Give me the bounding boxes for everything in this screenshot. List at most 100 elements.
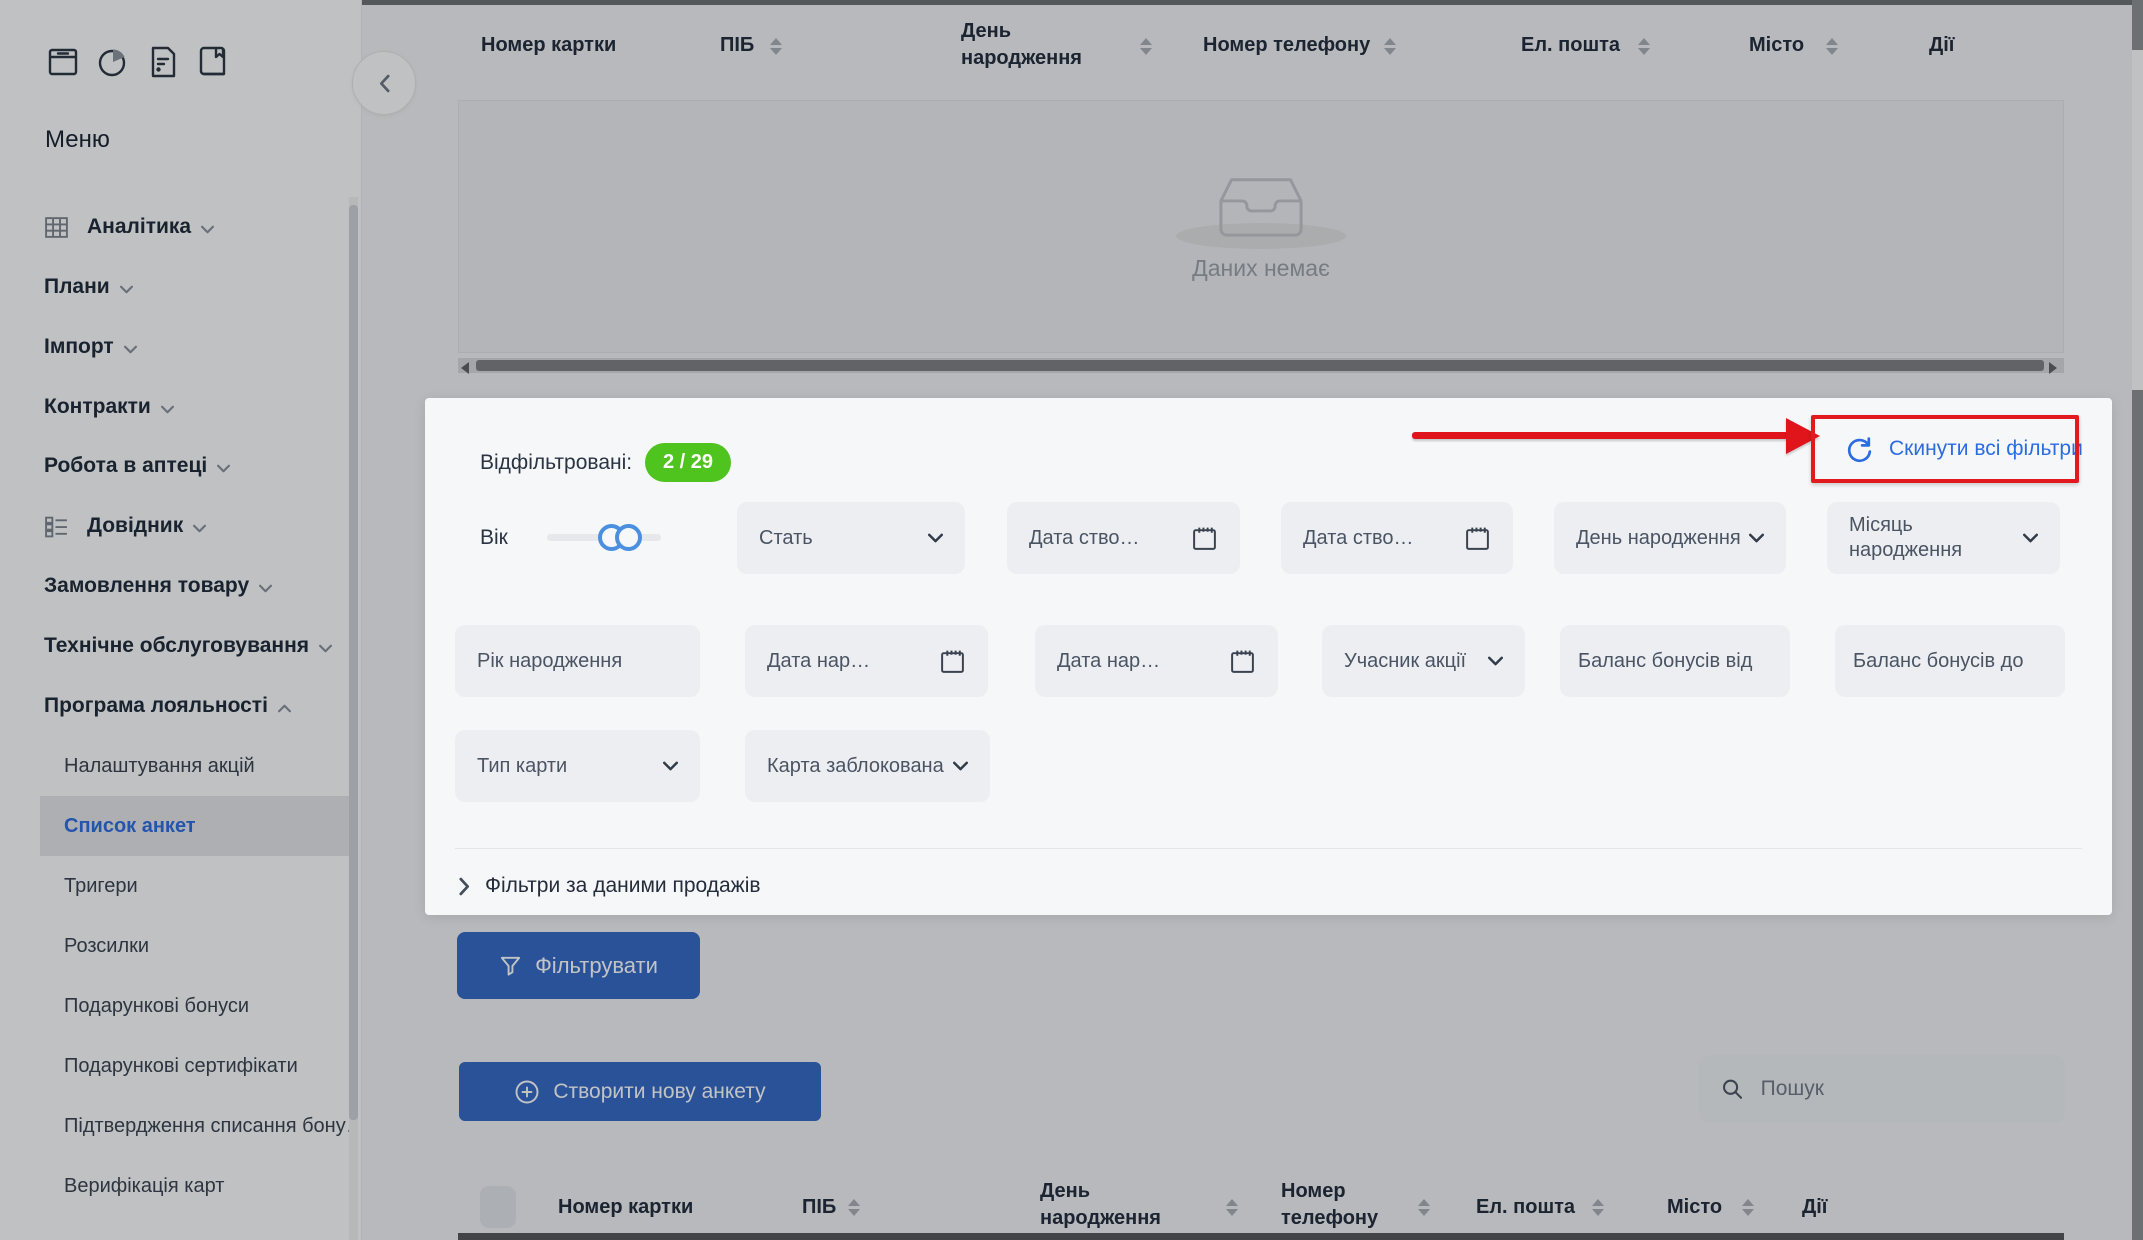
column-name: ПІБ [802, 1196, 836, 1219]
create-questionnaire-button[interactable]: Створити нову анкету [459, 1062, 821, 1121]
menu-title: Меню [45, 126, 110, 154]
subitem-label: Верифікація карт [64, 1175, 224, 1198]
promo-member-select[interactable]: Учасник акції [1322, 625, 1525, 697]
sidebar-item-goods-order[interactable]: Замовлення товару [0, 556, 360, 616]
subitem-label: Розсилки [64, 935, 149, 958]
chevron-down-icon [928, 533, 943, 543]
column-phone: Номер телефону [1203, 34, 1370, 57]
sidebar-subitem-triggers[interactable]: Тригери [0, 856, 358, 916]
sidebar-item-contracts[interactable]: Контракти [0, 377, 360, 437]
sidebar-item-directory[interactable]: Довідник [0, 496, 360, 556]
expander-label: Фільтри за даними продажів [485, 874, 761, 898]
chevron-down-icon [1749, 533, 1764, 543]
horizontal-scrollbar-thumb[interactable] [476, 360, 2044, 371]
column-actions: Дії [1802, 1196, 1827, 1219]
sidebar-subitem-bonus-writeoff-confirm[interactable]: Підтвердження списання бону… [0, 1096, 358, 1156]
sidebar-item-import[interactable]: Імпорт [0, 317, 360, 377]
card-type-select[interactable]: Тип карти [455, 730, 700, 802]
birth-month-select[interactable]: Місяцьнародження [1827, 502, 2060, 574]
page-scrollbar-thumb[interactable] [2132, 50, 2143, 390]
chevron-down-icon [193, 524, 206, 533]
sidebar-logo-icons [45, 43, 231, 81]
select-all-checkbox[interactable] [480, 1186, 516, 1228]
sales-filters-expander[interactable]: Фільтри за даними продажів [458, 866, 761, 906]
column-city: Місто [1667, 1196, 1722, 1219]
birth-date-to-input[interactable]: Дата нар… [1035, 625, 1278, 697]
bonus-balance-from-input[interactable]: Баланс бонусів від [1560, 625, 1790, 697]
date-created-to-input[interactable]: Дата ство… [1281, 502, 1513, 574]
sort-icon[interactable] [1226, 1199, 1238, 1216]
chip-label: Місяцьнародження [1849, 513, 1962, 563]
sort-icon[interactable] [1418, 1199, 1430, 1216]
sidebar-subitem-card-verification[interactable]: Верифікація карт [0, 1156, 358, 1216]
empty-inbox-icon [1215, 175, 1307, 241]
sidebar-subitem-mailings[interactable]: Розсилки [0, 916, 358, 976]
scroll-left-arrow-icon[interactable] [461, 362, 469, 374]
panel-divider [455, 848, 2082, 849]
bottom-table-scrollbar[interactable] [458, 1233, 2064, 1240]
sidebar-scrollbar-thumb[interactable] [349, 205, 358, 1120]
sidebar-item-label: Плани [44, 275, 110, 299]
annotation-arrow-line [1412, 432, 1788, 439]
sort-icon[interactable] [1742, 1199, 1754, 1216]
sidebar-subitem-promo-settings[interactable]: Налаштування акцій [0, 736, 358, 796]
chevron-down-icon [1488, 656, 1503, 666]
age-slider-handle-max[interactable] [615, 524, 642, 551]
sort-icon[interactable] [1826, 38, 1838, 55]
sidebar-item-label: Аналітика [87, 215, 191, 239]
chevron-down-icon [120, 285, 133, 294]
birth-date-from-input[interactable]: Дата нар… [745, 625, 988, 697]
column-email: Ел. пошта [1476, 1196, 1575, 1219]
sidebar-item-analytics[interactable]: Аналітика [0, 197, 360, 257]
sort-icon[interactable] [770, 38, 782, 55]
chevron-down-icon [953, 761, 968, 771]
chevron-left-icon [378, 74, 391, 93]
sidebar-collapse-button[interactable] [352, 51, 416, 115]
column-email: Ел. пошта [1521, 34, 1620, 57]
search-input[interactable] [1759, 1076, 2043, 1102]
card-blocked-select[interactable]: Карта заблокована [745, 730, 990, 802]
birth-year-input[interactable]: Рік народження [455, 625, 700, 697]
sidebar-item-plans[interactable]: Плани [0, 257, 360, 317]
grid-icon [44, 215, 69, 240]
sidebar-item-pharmacy-work[interactable]: Робота в аптеці [0, 436, 360, 496]
chevron-down-icon [201, 225, 214, 234]
sidebar-item-maintenance[interactable]: Технічне обслуговування [0, 616, 360, 676]
sort-icon[interactable] [848, 1199, 860, 1216]
chevron-down-icon [161, 405, 174, 414]
sort-icon[interactable] [1592, 1199, 1604, 1216]
chevron-down-icon [319, 644, 332, 653]
column-birthday: Деньнародження [1040, 1178, 1161, 1232]
sort-icon[interactable] [1140, 38, 1152, 55]
scroll-right-arrow-icon[interactable] [2049, 362, 2057, 374]
chip-label: Дата ство… [1029, 527, 1140, 550]
search-box[interactable] [1699, 1055, 2065, 1123]
chevron-down-icon [663, 761, 678, 771]
plus-circle-icon [514, 1079, 540, 1105]
pie-chart-icon [95, 43, 131, 81]
create-button-label: Створити нову анкету [553, 1080, 765, 1104]
column-actions: Дії [1929, 34, 1954, 57]
chip-label: Карта заблокована [767, 755, 944, 778]
search-icon [1721, 1076, 1744, 1102]
sidebar-subitem-gift-certificates[interactable]: Подарункові сертифікати [0, 1036, 358, 1096]
subitem-label: Подарункові сертифікати [64, 1055, 298, 1078]
bonus-balance-to-input[interactable]: Баланс бонусів до [1835, 625, 2065, 697]
chevron-up-icon [278, 704, 291, 713]
sort-icon[interactable] [1638, 38, 1650, 55]
filtered-label: Відфільтровані: [480, 451, 632, 475]
chip-label: Баланс бонусів до [1853, 650, 2023, 673]
subitem-label: Подарункові бонуси [64, 995, 249, 1018]
filter-button[interactable]: Фільтрувати [457, 932, 700, 999]
sidebar-subitem-gift-bonuses[interactable]: Подарункові бонуси [0, 976, 358, 1036]
date-created-from-input[interactable]: Дата ство… [1007, 502, 1240, 574]
sidebar-subitem-questionnaire-list[interactable]: Список анкет [40, 796, 358, 856]
column-name: ПІБ [720, 34, 754, 57]
birth-day-select[interactable]: День народження [1554, 502, 1786, 574]
chip-label: День народження [1576, 527, 1741, 550]
annotation-highlight-box [1811, 415, 2079, 483]
gender-select[interactable]: Стать [737, 502, 965, 574]
sidebar-item-loyalty-program[interactable]: Програма лояльності [0, 676, 360, 736]
document-icon [145, 43, 181, 81]
sort-icon[interactable] [1384, 38, 1396, 55]
